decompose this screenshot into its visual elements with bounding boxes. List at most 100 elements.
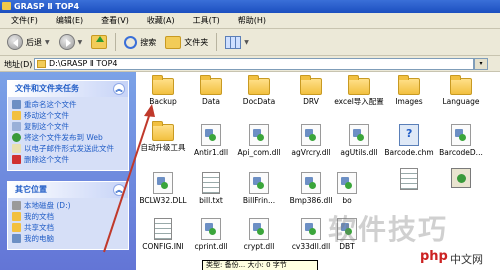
file-item[interactable]: crypt.dll (232, 218, 286, 251)
task-label: 重命名这个文件 (24, 100, 77, 109)
file-item[interactable]: Api_com.dll (232, 124, 286, 157)
file-name: Backup (149, 97, 177, 106)
dll-file-icon (349, 124, 369, 146)
forward-button[interactable]: ▼ (56, 32, 86, 52)
file-item[interactable]: Antir1.dll (184, 124, 238, 157)
file-name: 自动升级工具 (140, 143, 186, 152)
file-name: Antir1.dll (193, 148, 229, 157)
dll-file-icon (249, 218, 269, 240)
place-my-computer[interactable]: 我的电脑 (12, 234, 124, 243)
panel-header[interactable]: 文件和文件夹任务 ︽ (8, 81, 128, 97)
file-item[interactable]: cprint.dll (184, 218, 238, 251)
watermark-logo: php (420, 249, 448, 264)
menu-favorites[interactable]: 收藏(A) (138, 15, 184, 26)
file-item[interactable] (434, 168, 488, 190)
dll-file-icon (301, 124, 321, 146)
copy-icon (12, 122, 21, 131)
folders-label: 文件夹 (184, 37, 209, 47)
folders-button[interactable]: 文件夹 (162, 32, 211, 52)
panel-header[interactable]: 其它位置 ︽ (8, 182, 128, 198)
menu-help[interactable]: 帮助(H) (229, 15, 275, 26)
file-name: bill.txt (199, 196, 223, 205)
globe-icon (12, 133, 21, 142)
file-name: CONFIG.INI (142, 242, 184, 251)
file-name: Language (442, 97, 480, 106)
folder-icon (37, 60, 46, 68)
menu-edit[interactable]: 编辑(E) (47, 15, 92, 26)
menu-view[interactable]: 查看(V) (92, 15, 138, 26)
file-name: BCLW32.DLL (139, 196, 187, 205)
file-item[interactable]: bo (320, 172, 374, 205)
help-file-icon (399, 124, 419, 146)
address-path: D:\GRASP Ⅱ TOP4 (49, 59, 118, 68)
task-label: 移动这个文件 (24, 111, 69, 120)
dll-file-icon (451, 124, 471, 146)
file-item[interactable]: DRV (284, 75, 338, 106)
file-item[interactable]: DocData (232, 75, 286, 106)
file-item[interactable]: BCLW32.DLL (136, 172, 190, 205)
file-name: BarcodeD... (439, 148, 483, 157)
documents-folder-icon (12, 212, 21, 221)
task-copy[interactable]: 复制这个文件 (12, 122, 124, 131)
task-publish-web[interactable]: 将这个文件发布到 Web (12, 133, 124, 142)
search-button[interactable]: 搜索 (121, 32, 159, 52)
dropdown-arrow-icon[interactable]: ▼ (45, 39, 50, 46)
file-item[interactable]: 自动升级工具 (136, 121, 190, 152)
file-name: Images (395, 97, 423, 106)
search-label: 搜索 (140, 37, 157, 47)
file-item[interactable]: Backup (136, 75, 190, 106)
menu-tools[interactable]: 工具(T) (184, 15, 229, 26)
search-icon (124, 35, 138, 49)
up-folder-button[interactable] (88, 32, 110, 52)
file-item[interactable]: bill.txt (184, 172, 238, 205)
file-item[interactable]: Barcode.chm (382, 124, 436, 157)
back-button[interactable]: 后退 ▼ (4, 32, 53, 52)
collapse-chevron-icon[interactable]: ︽ (113, 184, 125, 196)
back-label: 后退 (26, 37, 42, 47)
computer-icon (12, 234, 21, 243)
file-item[interactable]: agVrcry.dll (284, 124, 338, 157)
file-item[interactable]: Language (434, 75, 488, 106)
file-item[interactable]: CONFIG.INI (136, 218, 190, 251)
panel-title: 文件和文件夹任务 (15, 84, 79, 93)
task-pane: 文件和文件夹任务 ︽ 重命名这个文件 移动这个文件 复制这个文件 将这个文件发布… (0, 72, 136, 270)
task-label: 删除这个文件 (24, 155, 69, 164)
file-item[interactable]: excel导入配置 (332, 75, 386, 106)
folder-icon (398, 75, 420, 95)
file-item[interactable]: agUtils.dll (332, 124, 386, 157)
views-button[interactable]: ▼ (222, 32, 252, 52)
task-label: 复制这个文件 (24, 122, 69, 131)
file-item[interactable]: BillFrin... (232, 172, 286, 205)
window-title: GRASP Ⅱ TOP4 (14, 2, 80, 11)
watermark-text: 软件技巧 (328, 213, 449, 246)
place-shared-documents[interactable]: 共享文档 (12, 223, 124, 232)
task-email[interactable]: 以电子邮件形式发送此文件 (12, 144, 124, 153)
text-file-icon (202, 172, 220, 194)
dropdown-arrow-icon[interactable]: ▼ (244, 39, 249, 46)
file-item[interactable]: Data (184, 75, 238, 106)
folder-icon (2, 2, 11, 10)
place-local-disk[interactable]: 本地磁盘 (D:) (12, 201, 124, 210)
file-item[interactable]: BarcodeD... (434, 124, 488, 157)
file-name: bo (342, 196, 352, 205)
watermark-site: 中文网 (450, 253, 483, 266)
folder-icon (348, 75, 370, 95)
menu-bar: 文件(F) 编辑(E) 查看(V) 收藏(A) 工具(T) 帮助(H) (0, 13, 500, 29)
address-input[interactable]: D:\GRASP Ⅱ TOP4 (34, 58, 474, 70)
task-move[interactable]: 移动这个文件 (12, 111, 124, 120)
file-name: crypt.dll (243, 242, 275, 251)
dll-file-icon (153, 172, 173, 194)
dropdown-arrow-icon[interactable]: ▼ (78, 39, 83, 46)
delete-icon (12, 155, 21, 164)
other-places-panel: 其它位置 ︽ 本地磁盘 (D:) 我的文档 共享文档 我的电脑 (7, 181, 129, 250)
file-name: agVrcry.dll (291, 148, 331, 157)
address-dropdown-button[interactable]: ▾ (474, 58, 488, 70)
collapse-chevron-icon[interactable]: ︽ (113, 83, 125, 95)
task-delete[interactable]: 删除这个文件 (12, 155, 124, 164)
file-item[interactable] (382, 168, 436, 192)
task-rename[interactable]: 重命名这个文件 (12, 100, 124, 109)
folder-icon (450, 75, 472, 95)
menu-file[interactable]: 文件(F) (2, 15, 47, 26)
file-item[interactable]: Images (382, 75, 436, 106)
place-my-documents[interactable]: 我的文档 (12, 212, 124, 221)
